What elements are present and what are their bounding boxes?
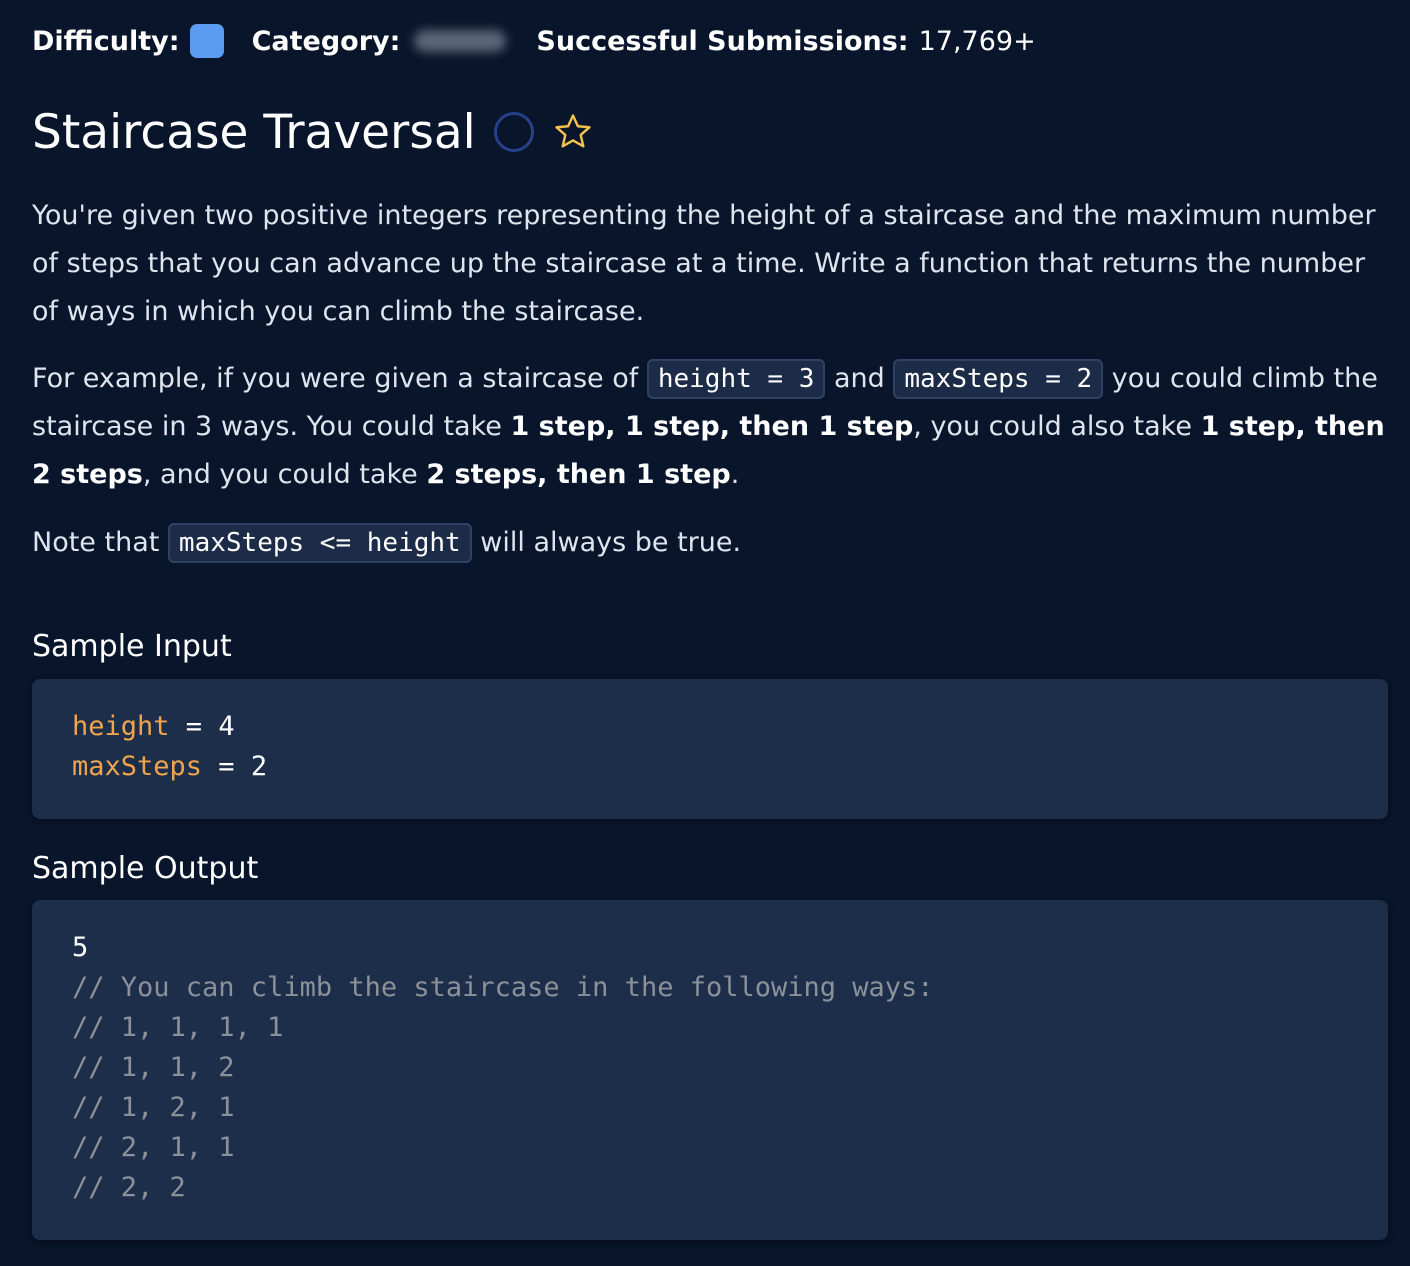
variable-name: height — [72, 711, 170, 742]
star-icon[interactable] — [552, 111, 594, 153]
sample-output-heading: Sample Output — [32, 851, 259, 886]
input-line-height: height = 4 — [72, 707, 1348, 747]
output-comment: // 2, 1, 1 — [72, 1132, 235, 1163]
circle-icon[interactable] — [493, 112, 534, 152]
problem-meta: Difficulty: Category: Successful Submiss… — [32, 22, 1036, 60]
operator: = — [202, 751, 251, 782]
output-comment: // 1, 2, 1 — [72, 1092, 235, 1123]
input-line-maxsteps: maxSteps = 2 — [72, 747, 1348, 787]
output-comment: // You can climb the staircase in the fo… — [72, 972, 934, 1003]
variable-name: maxSteps — [72, 751, 203, 782]
submissions-label: Successful Submissions: — [536, 25, 909, 57]
variable-value: 2 — [250, 751, 268, 782]
category-value-blurred — [414, 30, 507, 52]
category-label: Category: — [251, 25, 401, 57]
inline-code-maxsteps: maxSteps = 2 — [893, 359, 1104, 399]
difficulty-badge — [189, 24, 224, 58]
sample-input-heading: Sample Input — [32, 629, 232, 664]
text-span: . — [730, 459, 740, 490]
description-paragraph-2: For example, if you were given a stairca… — [32, 355, 1388, 499]
text-span: , you could also take — [913, 411, 1201, 442]
title-row: Staircase Traversal — [32, 100, 594, 164]
inline-code-constraint: maxSteps <= height — [167, 523, 472, 563]
text-span: Note that — [32, 527, 168, 558]
sample-output-block: 5 // You can climb the staircase in the … — [32, 900, 1388, 1240]
bold-text: 2 steps, then 1 step — [426, 459, 731, 490]
output-value: 5 — [72, 932, 89, 963]
description-paragraph-3: Note that maxSteps <= height will always… — [32, 519, 1388, 567]
problem-title: Staircase Traversal — [32, 104, 476, 160]
description-paragraph-1: You're given two positive integers repre… — [32, 200, 1376, 327]
submissions-count: 17,769+ — [918, 25, 1036, 57]
text-span: and — [825, 363, 894, 394]
bold-text: 1 step, 1 step, then 1 step — [510, 411, 914, 442]
sample-input-block: height = 4 maxSteps = 2 — [32, 679, 1388, 819]
operator: = — [169, 711, 219, 742]
output-comment: // 2, 2 — [72, 1172, 186, 1203]
inline-code-height: height = 3 — [646, 359, 826, 399]
text-span: will always be true. — [471, 527, 742, 558]
text-span: , and you could take — [142, 459, 427, 490]
output-comment: // 1, 1, 2 — [72, 1052, 235, 1083]
difficulty-label: Difficulty: — [32, 25, 180, 57]
text-span: For example, if you were given a stairca… — [32, 363, 647, 394]
variable-value: 4 — [218, 711, 235, 742]
output-comment: // 1, 1, 1, 1 — [72, 1012, 284, 1043]
